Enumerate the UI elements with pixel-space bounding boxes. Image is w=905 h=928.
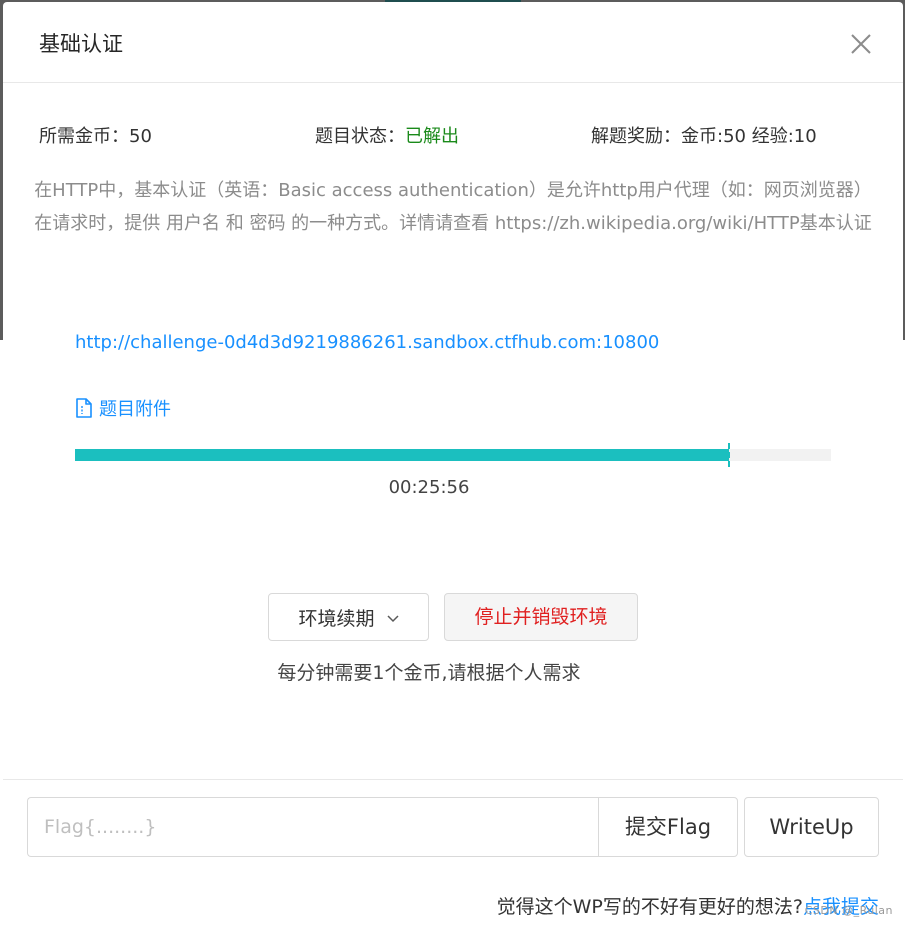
challenge-status-label: 题目状态： [315, 126, 405, 147]
submit-flag-button[interactable]: 提交Flag [598, 797, 738, 857]
modal-title: 基础认证 [39, 32, 123, 56]
solve-reward-value: 金币:50 经验:10 [681, 126, 817, 147]
required-coins: 所需金币：50 [39, 122, 152, 152]
file-icon [76, 398, 92, 418]
challenge-status: 题目状态：已解出 [315, 122, 459, 152]
writeup-button[interactable]: WriteUp [744, 797, 879, 857]
challenge-url-link[interactable]: http://challenge-0d4d3d9219886261.sandbo… [75, 328, 659, 358]
watermark: CSDN @_Rulan [804, 904, 893, 917]
chevron-down-icon [386, 594, 399, 640]
solve-reward-label: 解题奖励： [591, 126, 681, 147]
flag-input[interactable] [27, 797, 599, 857]
attachment-link[interactable]: 题目附件 [75, 395, 171, 425]
required-coins-value: 50 [129, 126, 152, 147]
time-progress-marker [727, 443, 732, 467]
coin-usage-note: 每分钟需要1个金币,请根据个人需求 [277, 662, 581, 684]
attachment-label: 题目附件 [99, 399, 171, 420]
challenge-modal: 基础认证 所需金币：50 题目状态：已解出 解题奖励：金币:50 经验:10 在… [3, 2, 903, 928]
time-progress-fill [75, 449, 729, 461]
time-progress-bar [75, 443, 831, 467]
renew-environment-button[interactable]: 环境续期 [268, 593, 429, 641]
feedback-text: 觉得这个WP写的不好有更好的想法? [496, 896, 803, 918]
challenge-description: 在HTTP中，基本认证（英语：Basic access authenticati… [34, 180, 872, 234]
solve-reward: 解题奖励：金币:50 经验:10 [591, 122, 817, 152]
remaining-time: 00:25:56 [388, 477, 470, 498]
required-coins-label: 所需金币： [39, 126, 129, 147]
close-icon[interactable] [847, 30, 875, 58]
challenge-status-value: 已解出 [405, 126, 459, 147]
footer-divider [3, 779, 903, 780]
destroy-environment-button[interactable]: 停止并销毁环境 [444, 593, 638, 641]
renew-environment-label: 环境续期 [298, 608, 375, 630]
modal-header: 基础认证 [3, 2, 903, 83]
